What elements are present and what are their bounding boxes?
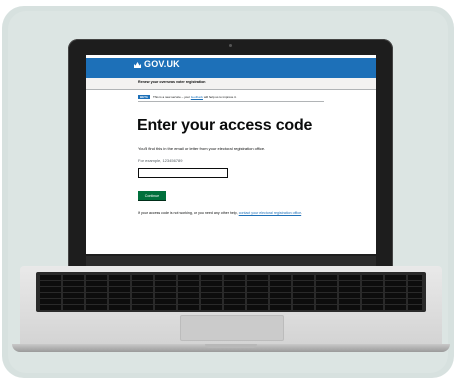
phase-banner: BETA This is a new service – your feedbac…	[138, 95, 237, 99]
phase-divider	[138, 101, 324, 102]
continue-button[interactable]: Continue	[138, 191, 166, 200]
access-code-input[interactable]	[138, 168, 228, 178]
service-bar	[86, 78, 376, 90]
contact-office-link[interactable]: contact your electoral registration offi…	[239, 211, 301, 215]
help-text: If your access code is not working, or y…	[138, 211, 328, 216]
phase-text-before: This is a new service – your	[152, 95, 191, 99]
page-title: Enter your access code	[137, 117, 313, 134]
hint-text: You'll find this in the email or letter …	[138, 146, 266, 151]
trackpad	[180, 315, 284, 341]
govuk-logo[interactable]: GOV.UK	[144, 59, 180, 69]
laptop-screen: GOV.UK Renew your overseas voter registr…	[86, 55, 376, 254]
laptop-notch	[205, 344, 257, 348]
keyboard-key-rows	[40, 275, 422, 311]
feedback-link[interactable]: feedback	[191, 95, 203, 99]
govuk-header	[86, 58, 376, 78]
phase-tag: BETA	[138, 95, 150, 99]
webcam	[229, 44, 232, 47]
help-text-before: If your access code is not working, or y…	[138, 211, 239, 215]
help-text-after: .	[301, 211, 303, 215]
phase-text-after: will help us to improve it.	[203, 95, 237, 99]
crown-icon	[134, 62, 141, 68]
example-text: For example, 123456789	[138, 158, 183, 163]
service-name[interactable]: Renew your overseas voter registration	[138, 80, 206, 84]
